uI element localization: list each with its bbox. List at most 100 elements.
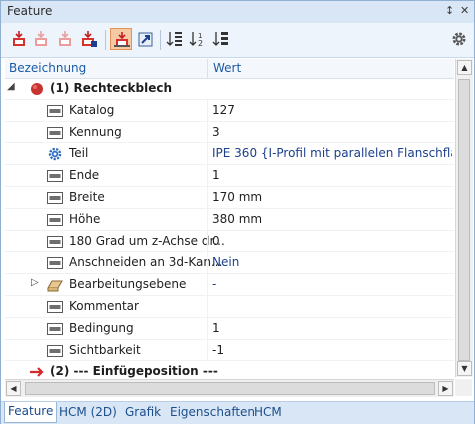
property-label: Ende xyxy=(69,168,100,183)
scroll-thumb-horizontal[interactable] xyxy=(25,382,435,395)
field-icon xyxy=(47,126,63,139)
property-label: Sichtbarkeit xyxy=(69,342,141,357)
property-value[interactable]: 127 xyxy=(212,103,452,117)
property-value[interactable]: 1 xyxy=(212,168,452,182)
jump-button[interactable] xyxy=(135,28,157,50)
cell-divider xyxy=(207,230,208,252)
property-value[interactable]: -1 xyxy=(212,343,452,357)
tab-hcm-2d[interactable]: HCM (2D) xyxy=(59,405,117,419)
property-row-expandable[interactable]: ▷ Bearbeitungsebene - xyxy=(5,274,454,296)
cell-divider xyxy=(207,274,208,295)
property-value[interactable]: Nein xyxy=(212,255,452,269)
property-row[interactable]: Katalog 127 xyxy=(5,99,454,122)
cell-divider xyxy=(207,252,208,274)
property-row[interactable]: Kommentar xyxy=(5,296,454,318)
property-row[interactable]: Teil IPE 360 {I-Profil mit parallelen Fl… xyxy=(5,143,454,166)
field-icon xyxy=(47,235,63,248)
feature-view-button[interactable] xyxy=(110,28,132,50)
sort-custom-icon xyxy=(212,32,228,46)
panel-title: Feature xyxy=(7,4,53,18)
field-icon xyxy=(47,322,63,335)
tab-eigenschaften[interactable]: Eigenschaften xyxy=(170,405,255,419)
property-row[interactable]: Bedingung 1 xyxy=(5,317,454,340)
jump-icon xyxy=(138,32,153,47)
arrow-right-icon xyxy=(30,367,44,378)
cell-divider xyxy=(207,165,208,186)
property-label: Höhe xyxy=(69,211,101,226)
grid-header: Bezeichnung Wert xyxy=(5,59,454,79)
plane-icon xyxy=(47,280,63,292)
feature-delete-icon xyxy=(59,31,71,46)
property-value[interactable]: - xyxy=(212,277,452,291)
property-value[interactable]: 0 xyxy=(212,234,452,248)
horizontal-scrollbar[interactable]: ◀ ▶ xyxy=(5,379,454,397)
field-icon xyxy=(47,104,63,117)
feature-delete-button[interactable] xyxy=(54,28,76,50)
property-row[interactable]: Ende 1 xyxy=(5,165,454,187)
cell-divider xyxy=(207,121,208,143)
sort-custom-button[interactable] xyxy=(210,28,232,50)
feature-recalc-icon xyxy=(82,31,97,47)
pin-icon[interactable]: ↕ xyxy=(445,4,454,17)
group-row-rechteckblech[interactable]: ◢ (1) Rechteckblech xyxy=(5,78,454,100)
property-row[interactable]: Breite 170 mm xyxy=(5,187,454,209)
feature-add-button[interactable] xyxy=(8,28,30,50)
scroll-left-button[interactable]: ◀ xyxy=(6,381,21,396)
column-header-value[interactable]: Wert xyxy=(213,61,241,75)
field-icon xyxy=(47,301,63,313)
property-value[interactable]: 380 mm xyxy=(212,212,452,226)
toolbar: 12 xyxy=(1,23,474,58)
toolbar-separator xyxy=(160,30,161,50)
settings-button[interactable] xyxy=(448,28,470,50)
feature-recalc-button[interactable] xyxy=(78,28,100,50)
collapse-icon[interactable]: ◢ xyxy=(7,81,15,92)
group-row-einfuegeposition[interactable]: (2) --- Einfügeposition --- xyxy=(5,361,454,378)
feature-add-icon xyxy=(13,31,25,46)
property-label: Breite xyxy=(69,190,105,204)
bottom-tab-bar: Feature HCM (2D) Grafik Eigenschaften HC… xyxy=(1,401,474,424)
scroll-right-button[interactable]: ▶ xyxy=(438,381,453,396)
column-header-name[interactable]: Bezeichnung xyxy=(9,61,86,75)
field-icon xyxy=(47,257,63,270)
scrollbar-corner xyxy=(455,379,472,396)
property-label: Anschneiden an 3d-Kan... xyxy=(69,255,223,270)
expand-icon[interactable]: ▷ xyxy=(31,277,39,288)
cell-divider xyxy=(207,208,208,230)
property-value[interactable]: 1 xyxy=(212,321,452,335)
group-label: (1) Rechteckblech xyxy=(50,81,172,95)
sort-12-button[interactable]: 12 xyxy=(187,28,209,50)
field-icon xyxy=(47,344,63,357)
sort-12-icon: 12 xyxy=(189,32,203,48)
scroll-thumb-vertical[interactable] xyxy=(458,79,470,361)
cell-divider xyxy=(207,339,208,361)
field-icon xyxy=(47,192,63,204)
column-divider[interactable] xyxy=(207,59,208,78)
property-value[interactable]: 170 mm xyxy=(212,190,452,204)
tab-grafik[interactable]: Grafik xyxy=(125,405,161,419)
title-bar: Feature ↕ ✕ xyxy=(1,1,474,24)
property-row[interactable]: Kennung 3 xyxy=(5,121,454,144)
property-label: Teil xyxy=(69,146,89,161)
property-value[interactable]: IPE 360 {I-Profil mit parallelen Flansch… xyxy=(212,146,452,160)
property-row[interactable]: Höhe 380 mm xyxy=(5,208,454,231)
property-value[interactable]: 3 xyxy=(212,125,452,139)
tab-hcm[interactable]: HCM xyxy=(254,405,282,419)
property-row[interactable]: Sichtbarkeit -1 xyxy=(5,339,454,362)
sort-az-button[interactable] xyxy=(164,28,186,50)
property-row[interactable]: Anschneiden an 3d-Kan... Nein xyxy=(5,252,454,275)
toolbar-separator xyxy=(105,30,106,50)
close-icon[interactable]: ✕ xyxy=(460,4,469,17)
feature-edit-button[interactable] xyxy=(30,28,52,50)
scroll-down-button[interactable]: ▼ xyxy=(457,361,472,376)
scroll-up-button[interactable]: ▲ xyxy=(457,60,472,75)
property-label: Bearbeitungsebene xyxy=(69,277,187,292)
gear-icon xyxy=(452,32,466,46)
vertical-scrollbar[interactable]: ▲ ▼ xyxy=(455,59,473,377)
sort-az-icon xyxy=(166,32,182,46)
field-icon xyxy=(47,213,63,226)
tab-feature[interactable]: Feature xyxy=(4,402,58,423)
cell-divider xyxy=(207,317,208,339)
cell-divider xyxy=(207,296,208,317)
property-row[interactable]: 180 Grad um z-Achse dr... 0 xyxy=(5,230,454,253)
property-label: Kommentar xyxy=(69,299,139,313)
